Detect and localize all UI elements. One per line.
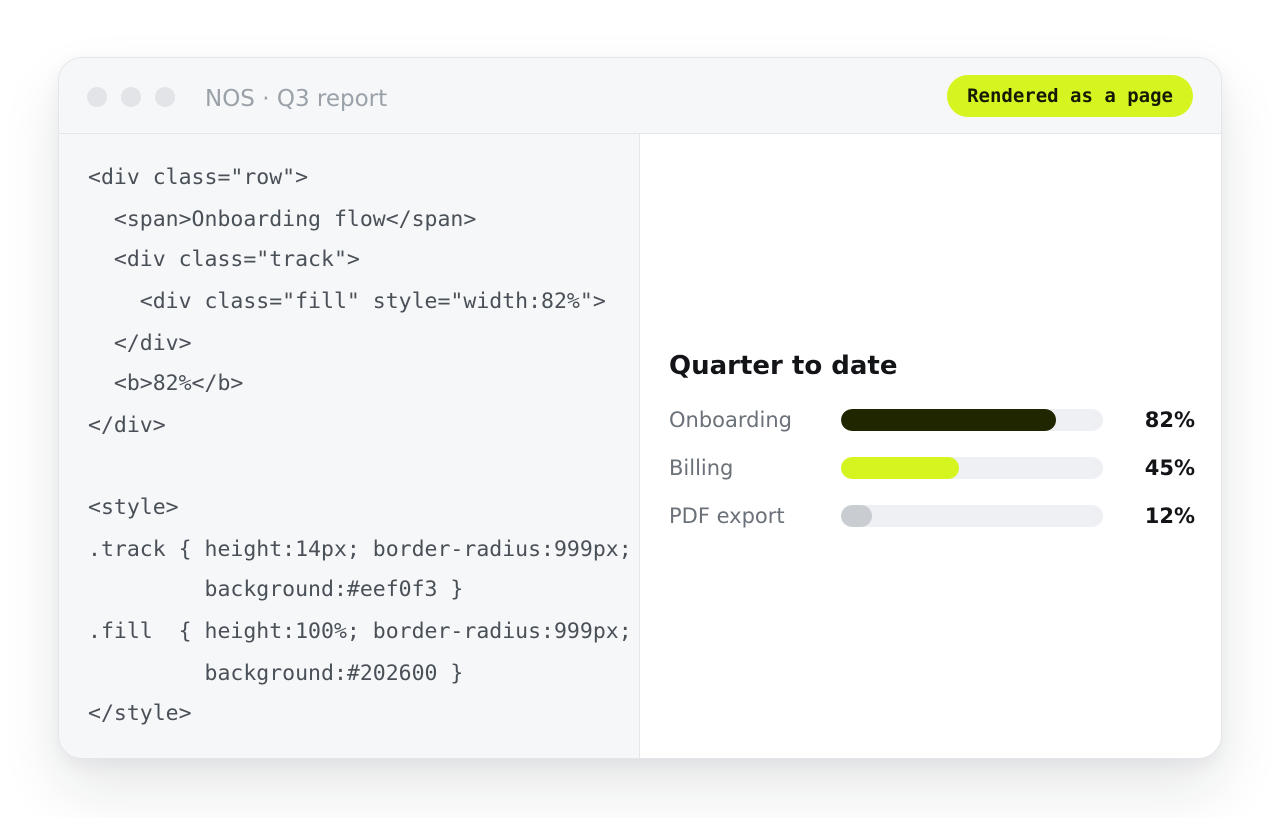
progress-fill (841, 505, 873, 527)
maximize-window-dot[interactable] (155, 87, 175, 107)
progress-row-billing: Billing 45% (669, 453, 1195, 483)
app-window: NOS · Q3 report Rendered as a page <div … (58, 57, 1222, 759)
close-window-dot[interactable] (87, 87, 107, 107)
progress-value: 45% (1144, 456, 1195, 480)
progress-label: Onboarding (669, 408, 792, 432)
progress-row-onboarding: Onboarding 82% (669, 405, 1195, 435)
code-line: <div class="fill" style="width:82%"> (88, 289, 606, 314)
code-line: .fill { height:100%; border-radius:999px… (88, 619, 632, 644)
code-line: <b>82%</b> (88, 371, 244, 396)
code-line: <style> (88, 495, 179, 520)
code-line: background:#202600 } (88, 661, 464, 686)
code-line: </style> (88, 701, 192, 726)
progress-track (841, 457, 1103, 479)
code-line: <div class="track"> (88, 247, 360, 272)
progress-track (841, 505, 1103, 527)
progress-value: 82% (1144, 408, 1195, 432)
progress-fill (841, 409, 1056, 431)
code-line: <div class="row"> (88, 165, 309, 190)
progress-track (841, 409, 1103, 431)
code-line: </div> (88, 331, 192, 356)
preview-title: Quarter to date (669, 351, 898, 381)
code-pane: <div class="row"> <span>Onboarding flow<… (59, 134, 640, 758)
code-line: .track { height:14px; border-radius:999p… (88, 537, 632, 562)
minimize-window-dot[interactable] (121, 87, 141, 107)
rendered-preview: Quarter to date Onboarding 82% Billing 4… (641, 134, 1221, 758)
code-line: </div> (88, 413, 166, 438)
window-title: NOS · Q3 report (205, 86, 388, 112)
progress-row-pdf-export: PDF export 12% (669, 501, 1195, 531)
progress-label: PDF export (669, 504, 785, 528)
progress-fill (841, 457, 959, 479)
code-line: background:#eef0f3 } (88, 577, 464, 602)
title-bar: NOS · Q3 report Rendered as a page (59, 58, 1221, 134)
code-line: <span>Onboarding flow</span> (88, 207, 477, 232)
rendered-as-page-badge: Rendered as a page (947, 75, 1193, 117)
progress-label: Billing (669, 456, 734, 480)
progress-value: 12% (1144, 504, 1195, 528)
